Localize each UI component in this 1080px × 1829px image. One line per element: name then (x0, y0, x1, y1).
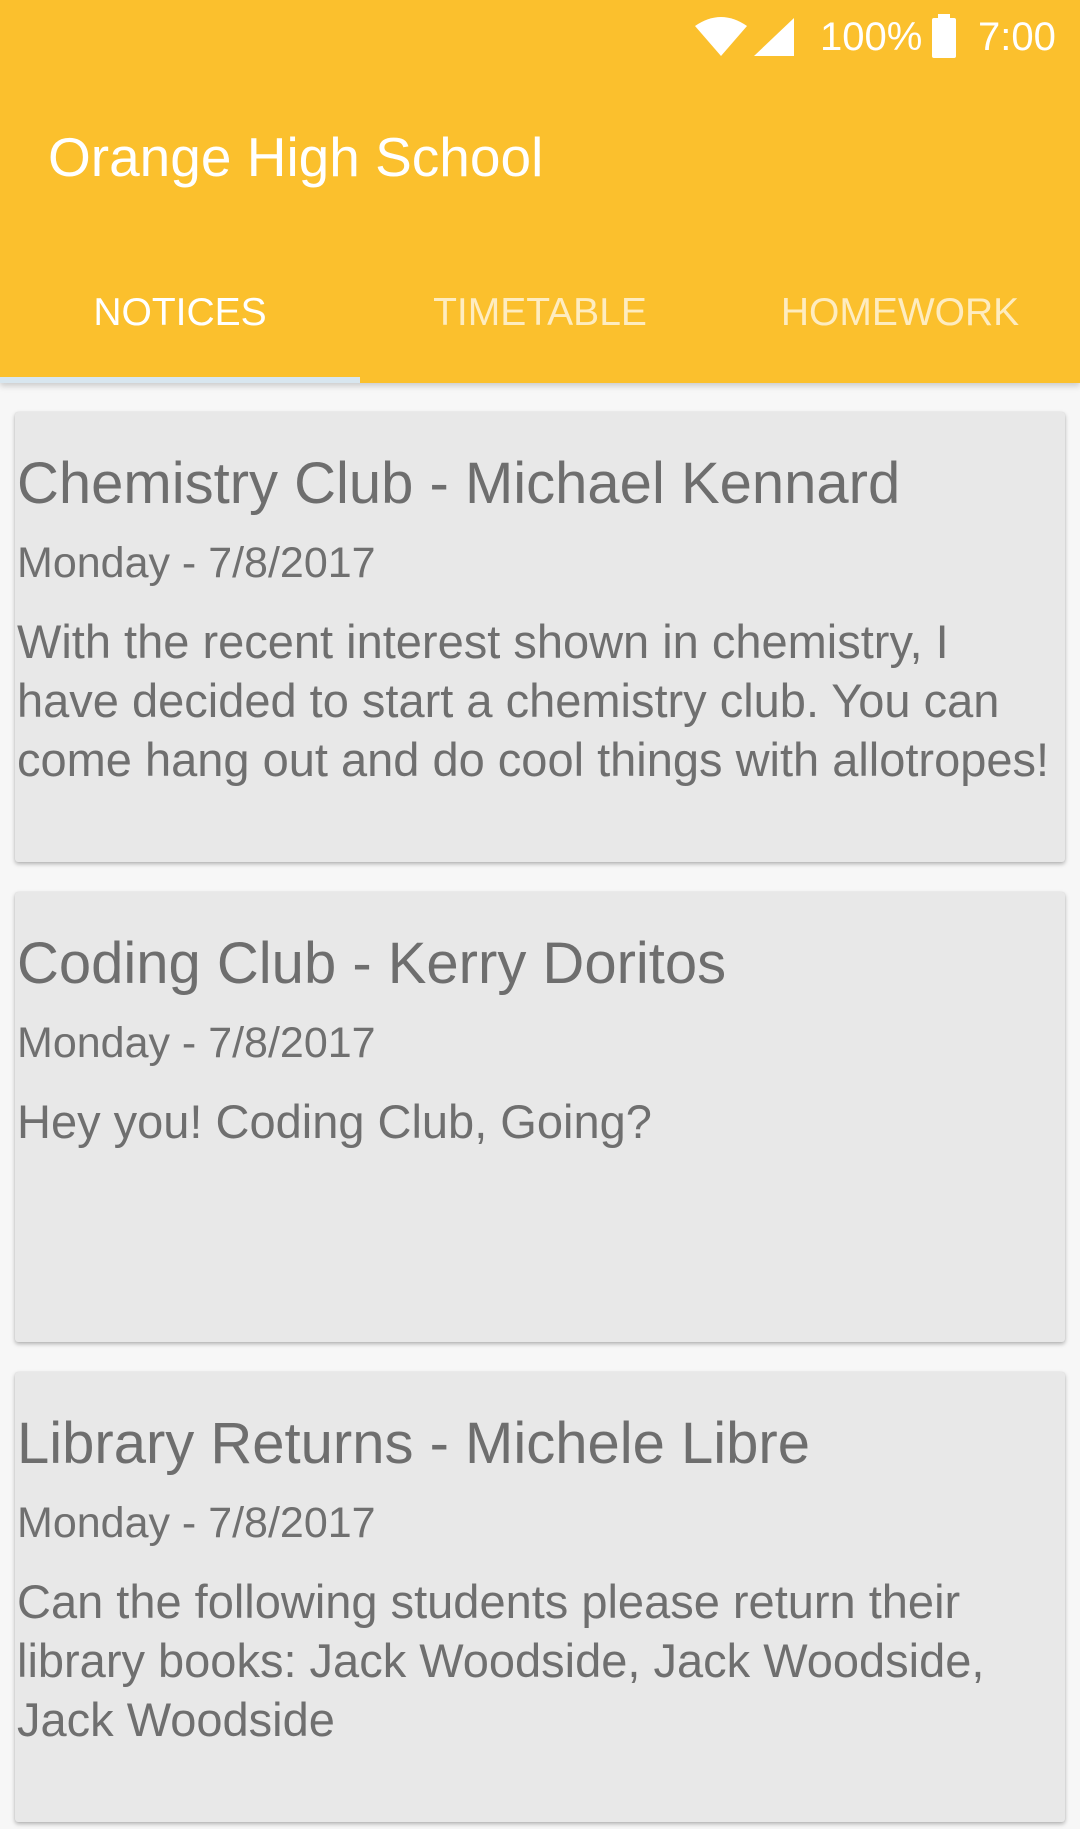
battery-percent: 100% (820, 15, 923, 59)
wifi-icon (695, 17, 747, 56)
tab-notices-label: NOTICES (93, 291, 267, 334)
notice-card[interactable]: Chemistry Club - Michael Kennard Monday … (15, 412, 1065, 862)
app-title: Orange High School (48, 126, 544, 188)
notice-date: Monday - 7/8/2017 (17, 539, 376, 587)
tab-timetable[interactable]: TIMETABLE (360, 268, 720, 383)
notice-body: With the recent interest shown in chemis… (17, 615, 1050, 786)
notice-title: Library Returns - Michele Libre (17, 1411, 810, 1476)
cell-signal-icon (754, 18, 794, 56)
battery-full-icon (932, 14, 956, 58)
tab-timetable-label: TIMETABLE (433, 291, 647, 334)
notices-list[interactable]: Chemistry Club - Michael Kennard Monday … (0, 383, 1080, 1829)
tab-bar: NOTICES TIMETABLE HOMEWORK (0, 268, 1080, 383)
tab-homework[interactable]: HOMEWORK (720, 268, 1080, 383)
tab-selected-indicator (0, 377, 360, 383)
notice-body: Can the following students please return… (17, 1575, 985, 1746)
app-bar: 100% 7:00 Orange High School NOTICES TIM… (0, 0, 1080, 383)
status-bar: 100% 7:00 (0, 0, 1080, 75)
status-time: 7:00 (978, 15, 1056, 59)
notice-card[interactable]: Coding Club - Kerry Doritos Monday - 7/8… (15, 892, 1065, 1342)
notice-date: Monday - 7/8/2017 (17, 1499, 376, 1547)
notice-title: Chemistry Club - Michael Kennard (17, 451, 901, 516)
notice-card[interactable]: Library Returns - Michele Libre Monday -… (15, 1372, 1065, 1822)
notice-title: Coding Club - Kerry Doritos (17, 931, 727, 996)
notice-date: Monday - 7/8/2017 (17, 1019, 376, 1067)
notice-body: Hey you! Coding Club, Going? (17, 1095, 652, 1148)
tab-homework-label: HOMEWORK (780, 291, 1020, 334)
tab-notices[interactable]: NOTICES (0, 268, 360, 383)
